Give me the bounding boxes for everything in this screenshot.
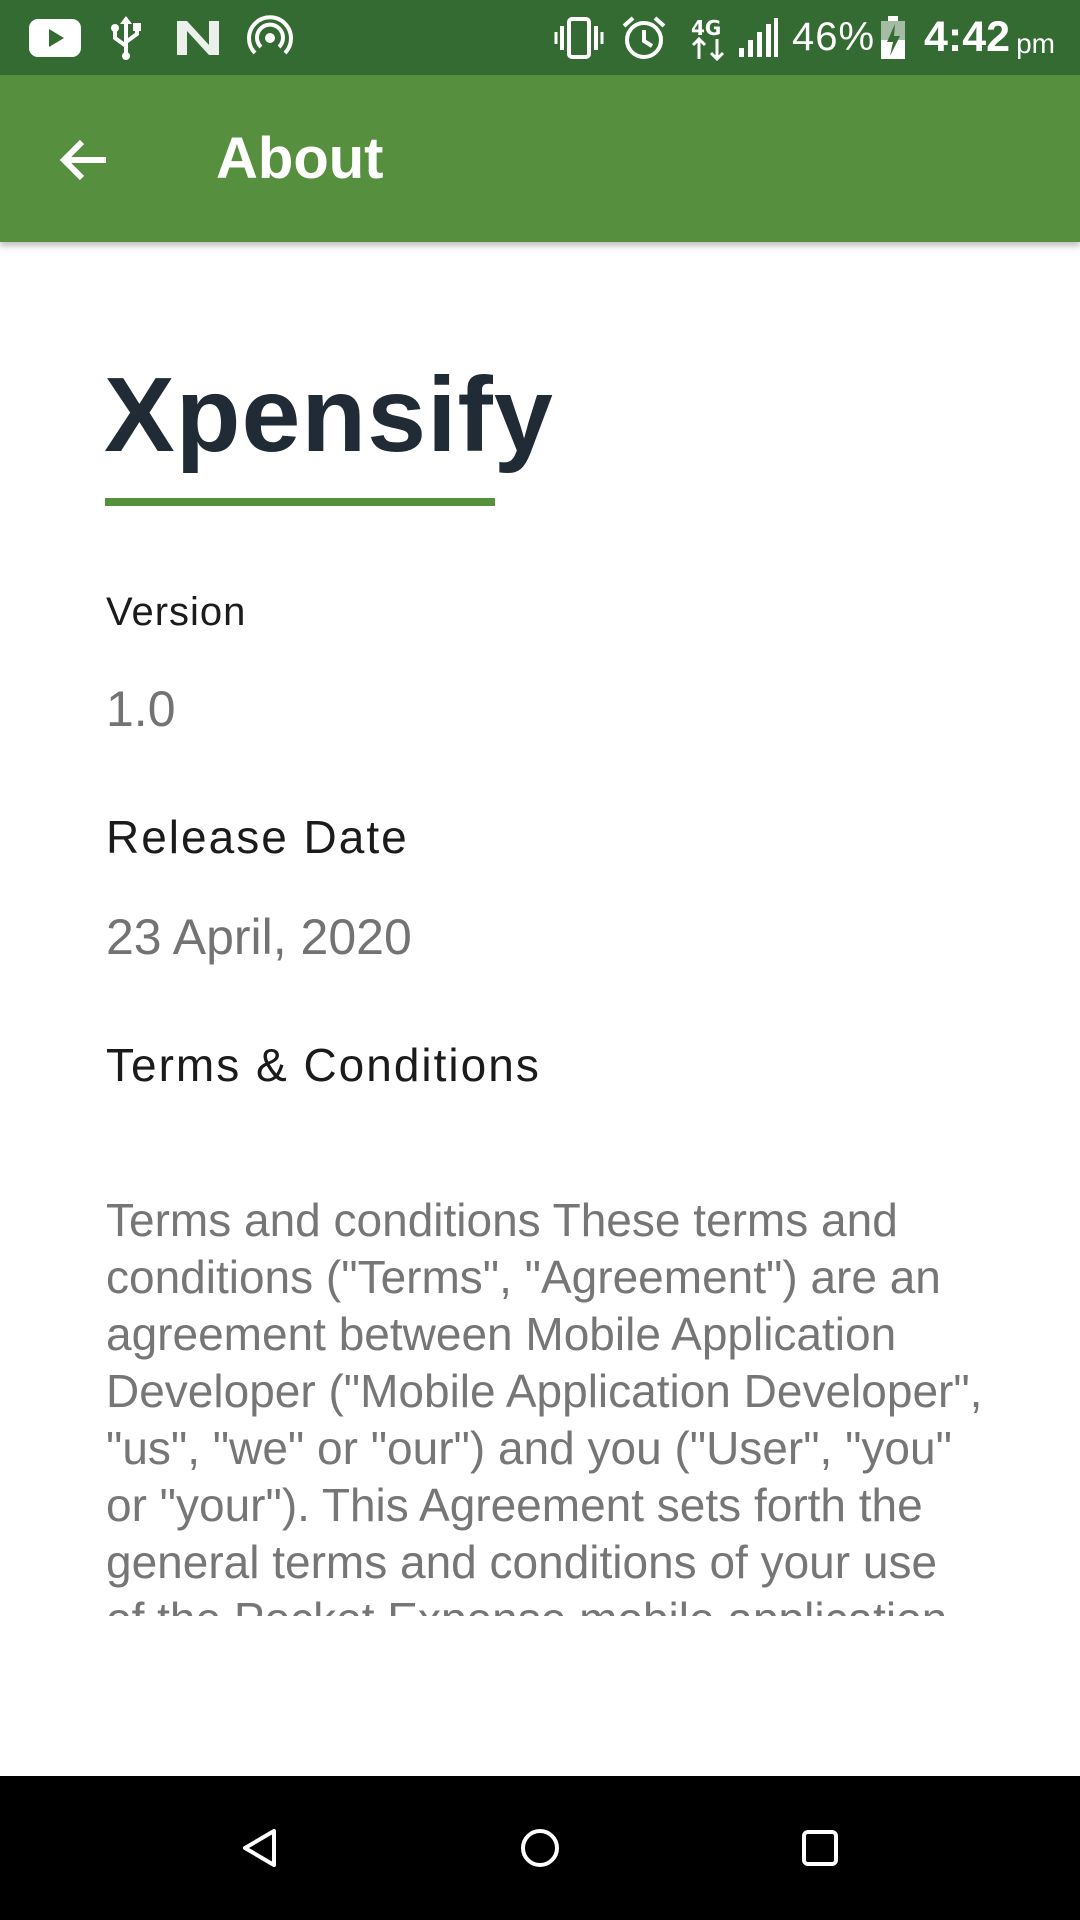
app-bar: About bbox=[0, 75, 1080, 242]
hotspot-icon bbox=[246, 0, 294, 75]
status-clock: 4:42 pm bbox=[924, 0, 1055, 75]
app-name-underline bbox=[105, 498, 495, 506]
version-value: 1.0 bbox=[106, 681, 176, 737]
nav-recents-button[interactable] bbox=[760, 1776, 880, 1920]
data-4g-icon: 4G bbox=[688, 0, 730, 75]
terms-label: Terms & Conditions bbox=[106, 1039, 541, 1091]
nav-home-button[interactable] bbox=[480, 1776, 600, 1920]
nav-back-button[interactable] bbox=[200, 1776, 320, 1920]
status-bar: 4G 46% 4:42 pm bbox=[0, 0, 1080, 75]
app-name-heading: Xpensify bbox=[104, 356, 554, 474]
version-label: Version bbox=[106, 590, 247, 634]
home-circle-icon bbox=[521, 1829, 559, 1867]
signal-icon bbox=[736, 0, 780, 75]
navigation-bar bbox=[0, 1776, 1080, 1920]
n-app-icon bbox=[174, 0, 222, 75]
page-title: About bbox=[216, 126, 384, 191]
about-content[interactable]: Xpensify Version 1.0 Release Date 23 Apr… bbox=[0, 242, 1080, 1675]
clock-time: 4:42 bbox=[924, 13, 1011, 61]
release-date-label: Release Date bbox=[106, 811, 409, 863]
clock-ampm: pm bbox=[1016, 27, 1055, 59]
battery-percent: 46% bbox=[792, 15, 876, 59]
usb-icon bbox=[106, 0, 146, 75]
back-triangle-icon bbox=[243, 1829, 276, 1867]
alarm-icon bbox=[620, 0, 668, 75]
terms-text: Terms and conditions These terms and con… bbox=[106, 1194, 983, 1616]
recents-square-icon bbox=[802, 1830, 838, 1866]
youtube-icon bbox=[28, 0, 82, 75]
battery-icon bbox=[878, 0, 908, 75]
svg-text:4G: 4G bbox=[691, 16, 721, 40]
release-date-value: 23 April, 2020 bbox=[106, 909, 412, 965]
back-button[interactable] bbox=[44, 120, 124, 200]
vibrate-icon bbox=[554, 0, 604, 75]
arrow-left-icon bbox=[59, 139, 106, 181]
